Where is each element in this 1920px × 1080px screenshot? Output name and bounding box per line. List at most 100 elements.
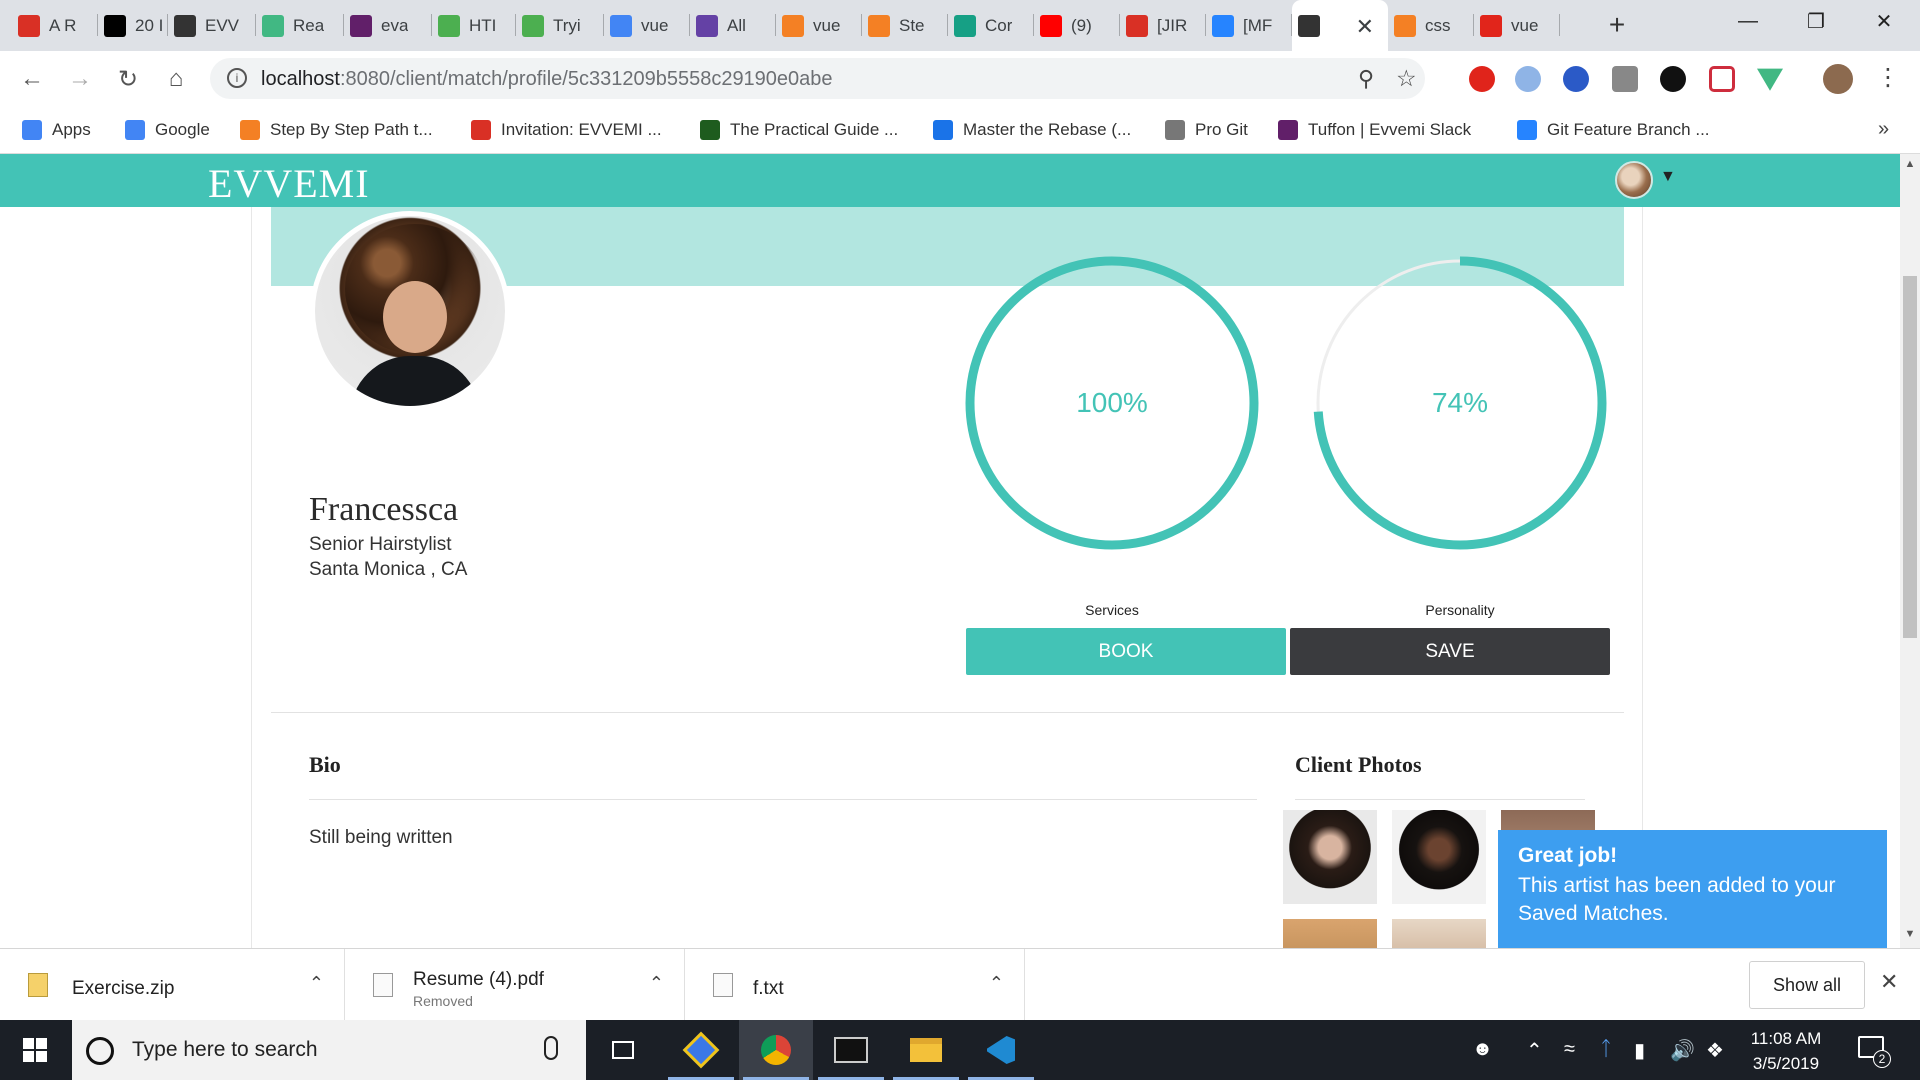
save-button[interactable]: SAVE [1290, 628, 1610, 675]
info-icon[interactable]: i [227, 68, 247, 88]
client-photo[interactable] [1392, 810, 1486, 904]
new-tab-button[interactable]: + [1600, 8, 1634, 42]
restore-window-button[interactable]: ❐ [1782, 0, 1850, 42]
terminal-app-icon[interactable] [814, 1020, 888, 1080]
browser-tab[interactable]: [MF [1206, 0, 1292, 51]
taskbar-search-box[interactable]: Type here to search [72, 1020, 586, 1080]
gmail-icon [1126, 14, 1148, 37]
gmail-icon [18, 14, 40, 37]
bookmark-item[interactable]: Invitation: EVVEMI ... [471, 106, 662, 154]
browser-tab[interactable]: Ste [862, 0, 948, 51]
volume-icon[interactable]: 🔊 [1670, 1038, 1695, 1063]
bookmark-item[interactable]: Tuffon | Evvemi Slack [1278, 106, 1471, 154]
more-bookmarks-icon[interactable]: » [1878, 118, 1889, 141]
browser-tab[interactable]: css [1388, 0, 1474, 51]
user-avatar[interactable] [1615, 161, 1653, 199]
windows-start-icon[interactable] [0, 1020, 70, 1080]
extension-pocket-icon[interactable] [1709, 66, 1735, 92]
profile-avatar[interactable] [1823, 64, 1853, 94]
microphone-icon[interactable] [544, 1036, 558, 1060]
content-border-left [251, 207, 252, 948]
extension-chat-icon[interactable] [1660, 66, 1686, 92]
browser-tab[interactable]: EVV [168, 0, 256, 51]
caret-down-icon[interactable]: ▼ [1660, 168, 1676, 186]
browser-tab[interactable]: HTI [432, 0, 516, 51]
address-bar[interactable]: i localhost:8080/client/match/profile/5c… [210, 58, 1425, 99]
extension-plug-icon[interactable] [1515, 66, 1541, 92]
book-button[interactable]: BOOK [966, 628, 1286, 675]
browser-tab[interactable]: 20 I [98, 0, 168, 51]
saved-match-toast[interactable]: Great job! This artist has been added to… [1498, 830, 1887, 948]
reload-button[interactable]: ↻ [110, 61, 146, 97]
menu-kebab-icon[interactable]: ⋮ [1876, 63, 1900, 92]
task-view-icon[interactable] [586, 1020, 660, 1080]
sp-icon [868, 14, 890, 37]
browser-tab[interactable]: vue [1474, 0, 1560, 51]
chevron-up-icon[interactable]: ⌃ [309, 973, 324, 994]
chevron-up-icon[interactable]: ⌃ [1526, 1038, 1543, 1063]
bookmark-item[interactable]: Step By Step Path t... [240, 106, 433, 154]
browser-tab[interactable]: Tryi [516, 0, 604, 51]
extension-puzzle-icon[interactable] [1612, 66, 1638, 92]
bookmark-item[interactable]: The Practical Guide ... [700, 106, 898, 154]
bookmark-item[interactable]: Google [125, 106, 210, 154]
wifi-icon[interactable]: ≈ [1564, 1038, 1575, 1061]
vscode-app-icon[interactable] [964, 1020, 1038, 1080]
extension-vue-icon[interactable] [1757, 68, 1783, 91]
browser-tab[interactable]: (9) [1034, 0, 1120, 51]
scrollbar-thumb[interactable] [1903, 276, 1917, 638]
download-item[interactable]: Exercise.zip ⌃ [0, 949, 345, 1021]
file-explorer-icon[interactable] [889, 1020, 963, 1080]
bookmark-item[interactable]: Master the Rebase (... [933, 106, 1131, 154]
browser-tab[interactable]: eva [344, 0, 432, 51]
browser-tab[interactable]: ✕ [1292, 0, 1388, 51]
bookmark-star-icon[interactable]: ☆ [1396, 65, 1417, 92]
close-window-button[interactable]: ✕ [1850, 0, 1918, 42]
browser-tab[interactable]: A R [12, 0, 98, 51]
browser-tab[interactable]: vue [776, 0, 862, 51]
browser-tab[interactable]: Cor [948, 0, 1034, 51]
back-button[interactable]: ← [14, 61, 50, 97]
minimize-window-button[interactable]: — [1714, 0, 1782, 42]
scroll-up-arrow-icon[interactable]: ▲ [1900, 158, 1920, 174]
dropbox-icon[interactable]: ❖ [1706, 1038, 1724, 1063]
download-status: Removed [413, 993, 473, 1009]
tab-title: A R [49, 15, 77, 35]
client-photo[interactable] [1392, 919, 1486, 948]
bookmark-item[interactable]: Git Feature Branch ... [1517, 106, 1710, 154]
download-item[interactable]: f.txt ⌃ [685, 949, 1025, 1021]
close-tab-icon[interactable]: ✕ [1356, 14, 1374, 40]
chevron-up-icon[interactable]: ⌃ [649, 973, 664, 994]
bio-heading: Bio [309, 752, 341, 777]
close-icon[interactable]: ✕ [1880, 969, 1898, 995]
chrome-app-icon[interactable] [739, 1020, 813, 1080]
client-photo[interactable] [1283, 810, 1377, 904]
download-item[interactable]: Resume (4).pdf Removed ⌃ [345, 949, 685, 1021]
forward-button[interactable]: → [62, 61, 98, 97]
show-all-downloads-button[interactable]: Show all [1749, 961, 1865, 1009]
bluetooth-icon[interactable]: ᛏ [1600, 1038, 1612, 1061]
battery-icon[interactable]: ▮ [1634, 1038, 1645, 1063]
people-icon[interactable]: ☻ [1472, 1038, 1493, 1061]
page-scrollbar[interactable]: ▲ ▼ [1900, 154, 1920, 948]
bookmark-item[interactable]: Apps [22, 106, 91, 154]
evvemi-icon [174, 14, 196, 37]
scroll-down-arrow-icon[interactable]: ▼ [1900, 928, 1920, 944]
site-logo[interactable]: EVVEMI [208, 160, 370, 207]
home-button[interactable]: ⌂ [158, 61, 194, 97]
clock-time: 11:08 AM [1750, 1029, 1822, 1048]
bookmark-item[interactable]: Pro Git [1165, 106, 1248, 154]
browser-tab[interactable]: Rea [256, 0, 344, 51]
zoom-icon[interactable]: ⚲ [1358, 66, 1374, 92]
system-clock[interactable]: 11:08 AM 3/5/2019 [1740, 1026, 1832, 1076]
chevron-up-icon[interactable]: ⌃ [989, 973, 1004, 994]
client-photo[interactable] [1283, 919, 1377, 948]
git-app-icon[interactable] [664, 1020, 738, 1080]
browser-tab[interactable]: All [690, 0, 776, 51]
extension-stop-icon[interactable] [1469, 66, 1495, 92]
browser-tab[interactable]: vue [604, 0, 690, 51]
extension-compass-icon[interactable] [1563, 66, 1589, 92]
toast-message: This artist has been added to your Saved… [1518, 874, 1836, 925]
browser-tab[interactable]: [JIR [1120, 0, 1206, 51]
cortana-icon [86, 1037, 114, 1065]
